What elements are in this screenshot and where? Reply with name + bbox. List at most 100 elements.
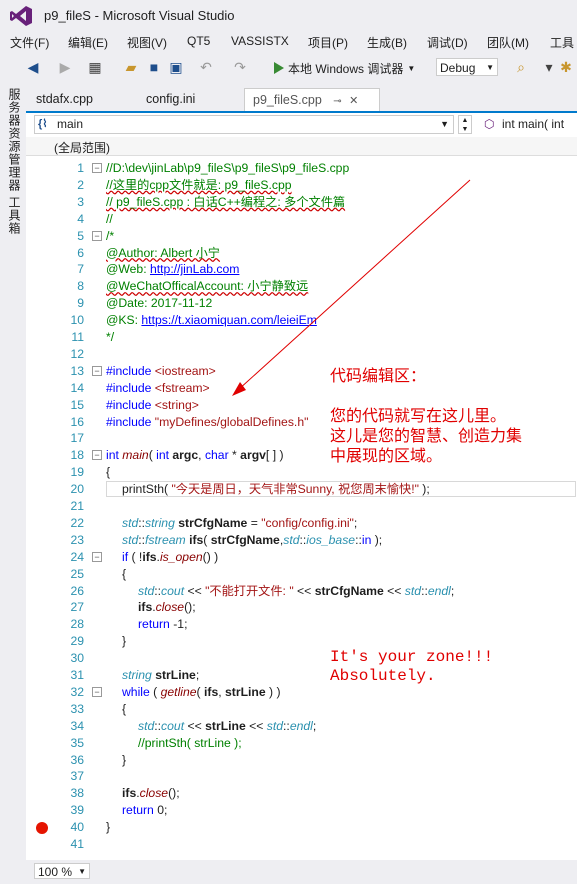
menu-project[interactable]: 项目(P) — [308, 34, 348, 51]
line-number: 12 — [70, 346, 84, 361]
chevron-down-icon: ▼ — [407, 63, 416, 73]
title-bar: p9_fileS - Microsoft Visual Studio — [0, 0, 577, 32]
line-number: 5 — [77, 228, 84, 243]
code-token: //D:\dev\jinLab\p9_fileS\p9_fileS\p9_fil… — [106, 161, 350, 175]
line-number: 25 — [70, 566, 84, 581]
new-project-icon[interactable]: ▦ — [86, 58, 104, 76]
code-token: ) ) — [265, 684, 281, 699]
code-token: https://t.xiaomiquan.com/leieiEm — [141, 313, 317, 328]
code-token: ( — [149, 684, 161, 699]
line-number: 35 — [70, 735, 84, 750]
menu-vassistx[interactable]: VASSISTX — [231, 34, 289, 48]
line-number: 4 — [77, 211, 84, 226]
code-token: endl — [289, 718, 313, 733]
code-token: @Web: — [106, 262, 150, 277]
code-token: [ ] ) — [265, 448, 284, 463]
fold-toggle-icon[interactable]: − — [92, 230, 102, 241]
back-icon[interactable]: ◀ — [24, 58, 42, 76]
code-token: ; — [195, 668, 200, 682]
menu-tools[interactable]: 工具 — [550, 34, 574, 51]
toolbar: ◀ ▶ ▦ ▰ ■ ▣ ↶ ↷ 本地 Windows 调试器 ▼ Debug ▼… — [0, 54, 577, 82]
menu-view[interactable]: 视图(V) — [127, 34, 167, 51]
tab-config-ini[interactable]: config.ini — [138, 88, 203, 110]
fold-toggle-icon[interactable]: − — [92, 365, 102, 376]
scope-dropdown[interactable]: {⌇ main ▼ — [34, 115, 454, 134]
line-number: 29 — [70, 634, 84, 649]
fold-toggle-icon[interactable]: − — [92, 163, 102, 173]
code-text: { — [106, 464, 110, 481]
scope-spinner[interactable]: ▲ ▼ — [458, 115, 472, 134]
zoom-select[interactable]: 100 % ▼ — [34, 863, 90, 879]
code-text: //D:\dev\jinLab\p9_fileS\p9_fileS\p9_fil… — [106, 160, 349, 177]
code-line: 5−/* — [26, 228, 577, 245]
toolbar-options-icon[interactable]: ▾ — [540, 58, 558, 76]
code-token: ifs — [204, 684, 219, 699]
code-text: // — [106, 211, 113, 228]
code-token: ( — [203, 532, 211, 547]
find-in-files-icon[interactable]: ⌕ — [512, 58, 530, 76]
code-line: 33 { — [26, 701, 577, 718]
code-token: (); — [184, 600, 196, 615]
code-token: ; — [312, 718, 317, 733]
code-token: endl — [427, 583, 451, 598]
code-text: { — [122, 566, 126, 583]
menu-debug[interactable]: 调试(D) — [427, 34, 468, 51]
code-token: ; — [450, 583, 455, 598]
code-token: -1; — [169, 617, 188, 632]
member-dropdown[interactable]: ⬡ int main( int — [480, 115, 577, 134]
menu-edit[interactable]: 编辑(E) — [68, 34, 108, 51]
line-number: 33 — [70, 701, 84, 716]
line-number: 28 — [70, 617, 84, 632]
line-number: 24 — [70, 549, 84, 564]
line-number: 3 — [77, 194, 84, 209]
code-line: 19 { — [26, 464, 577, 481]
menu-qt5[interactable]: QT5 — [187, 34, 210, 48]
close-icon[interactable]: ✕ — [349, 95, 358, 107]
tab-stdafx[interactable]: stdafx.cpp — [28, 88, 101, 110]
code-token: "不能打开文件: " — [205, 583, 294, 598]
code-line: 32− while ( getline( ifs, strLine ) ) — [26, 684, 577, 701]
code-line: 1−//D:\dev\jinLab\p9_fileS\p9_fileS\p9_f… — [26, 160, 577, 177]
scope-icon: {⌇ — [38, 118, 48, 130]
save-all-icon[interactable]: ▣ — [167, 58, 185, 76]
forward-icon[interactable]: ▶ — [56, 58, 74, 76]
menu-file[interactable]: 文件(F) — [10, 34, 49, 51]
extensions-icon[interactable]: ✱ — [557, 58, 575, 76]
save-icon[interactable]: ■ — [145, 58, 163, 76]
breakpoint-icon[interactable] — [36, 822, 48, 835]
code-text: //printSth( strLine ); — [138, 735, 242, 752]
code-token: ifs — [142, 549, 157, 564]
code-token: std — [138, 583, 155, 598]
code-editor[interactable]: 1−//D:\dev\jinLab\p9_fileS\p9_fileS\p9_f… — [26, 156, 577, 860]
fold-toggle-icon[interactable]: − — [92, 450, 102, 461]
solution-config-select[interactable]: Debug ▼ — [436, 58, 498, 76]
fold-toggle-icon[interactable]: − — [92, 686, 102, 697]
code-token: std — [283, 532, 300, 547]
code-token: std — [266, 718, 284, 733]
code-line: 23 std::fstream ifs( strCfgName,std::ios_… — [26, 532, 577, 549]
pin-icon[interactable]: ⊸ — [333, 96, 341, 107]
start-debugging-button[interactable]: 本地 Windows 调试器 ▼ — [274, 57, 415, 79]
menu-team[interactable]: 团队(M) — [487, 34, 529, 51]
code-text: } — [122, 752, 126, 769]
redo-icon[interactable]: ↷ — [231, 58, 249, 76]
tab-p9-files-cpp[interactable]: p9_fileS.cpp ⊸ ✕ — [244, 88, 380, 111]
code-text: if ( !ifs.is_open() ) — [122, 549, 218, 566]
code-token: std — [122, 515, 139, 530]
line-number: 15 — [70, 397, 84, 412]
code-token: :: — [283, 718, 290, 733]
open-file-icon[interactable]: ▰ — [122, 58, 140, 76]
fold-toggle-icon[interactable]: − — [92, 551, 102, 562]
menu-build[interactable]: 生成(B) — [367, 34, 407, 51]
code-token: #include — [106, 363, 155, 378]
annotation-line: 代码编辑区： — [330, 366, 427, 385]
code-line: 24− if ( !ifs.is_open() ) — [26, 549, 577, 566]
undo-icon[interactable]: ↶ — [197, 58, 215, 76]
server-explorer-tab[interactable]: 服务器资源管理器 — [6, 88, 23, 192]
code-token: in — [361, 532, 372, 547]
code-line: 12 — [26, 346, 577, 363]
toolbox-tab[interactable]: 工具箱 — [6, 196, 23, 235]
code-token: } — [122, 752, 127, 767]
code-text: int main( int argc, char * argv[ ] ) — [106, 447, 284, 464]
code-token: "config/config.ini" — [261, 515, 354, 530]
